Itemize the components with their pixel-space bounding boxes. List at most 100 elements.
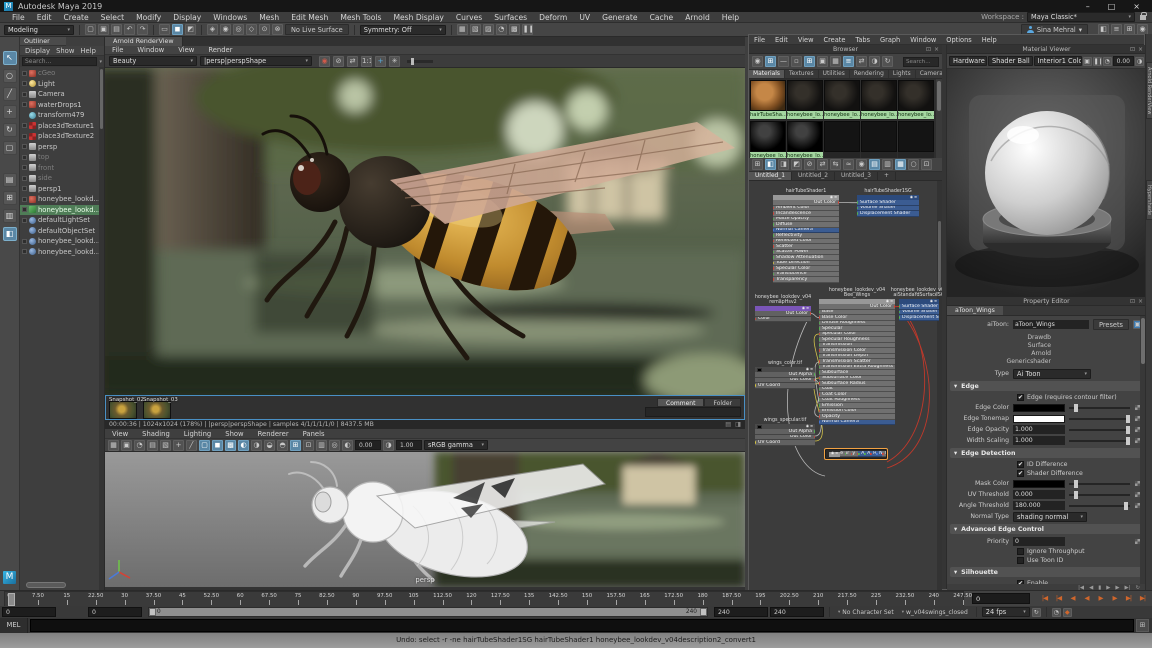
material-swatch[interactable]: honeybee_lo... bbox=[898, 80, 934, 120]
select-hierarchy-icon[interactable]: ▭ bbox=[159, 24, 170, 35]
port-in-icon[interactable] bbox=[899, 316, 901, 319]
renderview-menu-view[interactable]: View bbox=[171, 46, 201, 54]
browser-tab-textures[interactable]: Textures bbox=[785, 70, 819, 78]
checkbox[interactable]: ✔ bbox=[1017, 470, 1024, 477]
snapshot-thumbnail[interactable] bbox=[143, 401, 171, 419]
ambient-occlusion-icon[interactable]: ◒ bbox=[264, 439, 275, 451]
outliner-h-scrollbar[interactable] bbox=[26, 582, 66, 588]
pan-zoom-icon[interactable]: + bbox=[173, 439, 184, 451]
port-in-icon[interactable] bbox=[819, 343, 821, 347]
material-swatch[interactable] bbox=[898, 121, 934, 158]
start-render-icon[interactable]: ◉ bbox=[319, 55, 330, 67]
lasso-select-tool[interactable]: ○ bbox=[2, 69, 17, 83]
clear-graph-icon[interactable]: ⊘ bbox=[804, 159, 815, 170]
property-editor-tab[interactable]: aToon_Wings bbox=[947, 306, 1003, 315]
rotate-tool[interactable]: ↻ bbox=[2, 123, 17, 137]
port-in-icon[interactable] bbox=[819, 354, 821, 358]
port-out-icon[interactable] bbox=[809, 312, 811, 315]
slider-handle[interactable] bbox=[1125, 436, 1130, 445]
attribute-value-field[interactable]: 1.000 bbox=[1013, 436, 1065, 445]
port-in-icon[interactable] bbox=[819, 420, 821, 424]
gamma-icon[interactable]: ◑ bbox=[383, 439, 394, 451]
viewport-menu-lighting[interactable]: Lighting bbox=[177, 430, 218, 438]
attribute-slider[interactable] bbox=[1069, 425, 1130, 434]
node-menu-icon[interactable]: ≡ bbox=[835, 451, 838, 457]
menu-mesh-display[interactable]: Mesh Display bbox=[387, 13, 449, 22]
port-in-icon[interactable] bbox=[819, 316, 821, 319]
maximize-button[interactable]: □ bbox=[1108, 2, 1116, 11]
outliner-tab[interactable]: Outliner bbox=[20, 37, 66, 46]
node-graph[interactable]: hairTubeShader1 ◉ ≡ Out Color Ambient Color I… bbox=[749, 181, 942, 591]
go-to-end-button[interactable]: ▶| bbox=[1136, 592, 1149, 605]
list-view-icon[interactable]: — bbox=[778, 56, 789, 67]
port-in-icon[interactable] bbox=[755, 317, 757, 321]
anim-end-field[interactable]: 240 bbox=[770, 607, 824, 617]
node-swatch-icon[interactable]: ◉ bbox=[831, 451, 834, 457]
checkbox[interactable]: ✔ bbox=[1017, 580, 1024, 584]
port-in-icon[interactable] bbox=[819, 387, 821, 391]
port-in-icon[interactable] bbox=[773, 245, 775, 248]
slider-handle[interactable] bbox=[1074, 479, 1079, 488]
hypershade-menu-file[interactable]: File bbox=[749, 36, 770, 44]
port-out-icon[interactable] bbox=[837, 201, 839, 204]
outliner-item[interactable]: side bbox=[20, 173, 104, 184]
menu-mesh[interactable]: Mesh bbox=[253, 13, 285, 22]
exposure-value[interactable]: 0.00 bbox=[355, 440, 381, 450]
search-nodes-icon[interactable]: ○ bbox=[908, 159, 919, 170]
port-in-icon[interactable] bbox=[773, 267, 775, 270]
snapshot-item[interactable]: Snapshot_02 bbox=[109, 397, 144, 419]
aov-select[interactable]: Beauty ▾ bbox=[109, 56, 197, 66]
set-key-icon[interactable]: ◆ bbox=[1062, 607, 1072, 617]
step-forward-frame-button[interactable]: ▶ bbox=[1108, 592, 1121, 605]
bookmark-icon[interactable]: ▤ bbox=[147, 439, 158, 451]
attribute-slider[interactable] bbox=[1069, 414, 1130, 423]
viewport-menu-shading[interactable]: Shading bbox=[135, 430, 177, 438]
viewport-menu-show[interactable]: Show bbox=[218, 430, 250, 438]
port-in-icon[interactable] bbox=[773, 228, 775, 232]
undo-icon[interactable]: ↶ bbox=[124, 24, 135, 35]
swatch-thumbnail[interactable] bbox=[861, 80, 897, 111]
outliner-menu-display[interactable]: Display bbox=[23, 47, 52, 55]
minimize-button[interactable]: – bbox=[1086, 2, 1090, 11]
hypershade-menu-window[interactable]: Window bbox=[905, 36, 941, 44]
close-icon[interactable]: × bbox=[1138, 45, 1143, 54]
open-scene-icon[interactable]: ▣ bbox=[98, 24, 109, 35]
checker-view-icon[interactable]: ⊞ bbox=[765, 56, 776, 67]
port-in-icon[interactable] bbox=[819, 327, 821, 330]
outliner-item[interactable]: waterDrops1 bbox=[20, 100, 104, 111]
no-live-surface-button[interactable]: No Live Surface bbox=[285, 24, 349, 35]
menu-curves[interactable]: Curves bbox=[450, 13, 488, 22]
fps-select[interactable]: 24 fps ▾ bbox=[981, 607, 1030, 617]
render-image[interactable] bbox=[105, 68, 745, 395]
node-tab-untitled_2[interactable]: Untitled_2 bbox=[792, 172, 835, 180]
attribute-slider[interactable] bbox=[1069, 436, 1130, 445]
expand-toggle-icon[interactable] bbox=[22, 165, 27, 171]
snapshot-item[interactable]: Snapshot_03 bbox=[143, 397, 178, 419]
node-attr-row[interactable]: UV Coord bbox=[755, 383, 815, 389]
shader-node-remaphsv2[interactable]: honeybee_lookdev_v04 remapHsv2 ◉ ≡ Out Color… bbox=[755, 295, 811, 322]
expand-toggle-icon[interactable] bbox=[22, 123, 27, 129]
crosshair-icon[interactable]: + bbox=[375, 55, 386, 67]
wireframe-icon[interactable]: ▢ bbox=[199, 439, 210, 451]
browser-tab-utilities[interactable]: Utilities bbox=[819, 70, 850, 78]
slider-handle[interactable] bbox=[1125, 414, 1130, 423]
mel-label[interactable]: MEL bbox=[0, 618, 28, 633]
dock-tab-hypershade[interactable]: Hypershade bbox=[1146, 180, 1152, 221]
outliner-menu-help[interactable]: Help bbox=[78, 47, 98, 55]
anti-alias-icon[interactable]: ⊞ bbox=[290, 439, 301, 451]
port-in-icon[interactable] bbox=[899, 310, 901, 314]
port-in-icon[interactable] bbox=[773, 261, 775, 265]
make-live-icon[interactable]: ⊗ bbox=[272, 24, 283, 35]
port-in-icon[interactable] bbox=[819, 338, 821, 341]
node-attr-row[interactable]: UV Coord bbox=[755, 440, 815, 446]
port-in-icon[interactable] bbox=[773, 256, 775, 259]
hypershade-menu-tabs[interactable]: Tabs bbox=[850, 36, 875, 44]
color-swatch[interactable] bbox=[1013, 479, 1065, 488]
port-in-icon[interactable] bbox=[857, 206, 859, 210]
paint-effects-icon[interactable]: ▩ bbox=[508, 24, 520, 35]
hypershade-menu-options[interactable]: Options bbox=[941, 36, 976, 44]
outliner-item[interactable]: front bbox=[20, 163, 104, 174]
port-in-icon[interactable] bbox=[819, 398, 821, 402]
frame-all-icon[interactable]: ⊡ bbox=[921, 159, 932, 170]
frame-ruler[interactable]: 07.501522.503037.504552.506067.507582.50… bbox=[4, 591, 972, 607]
